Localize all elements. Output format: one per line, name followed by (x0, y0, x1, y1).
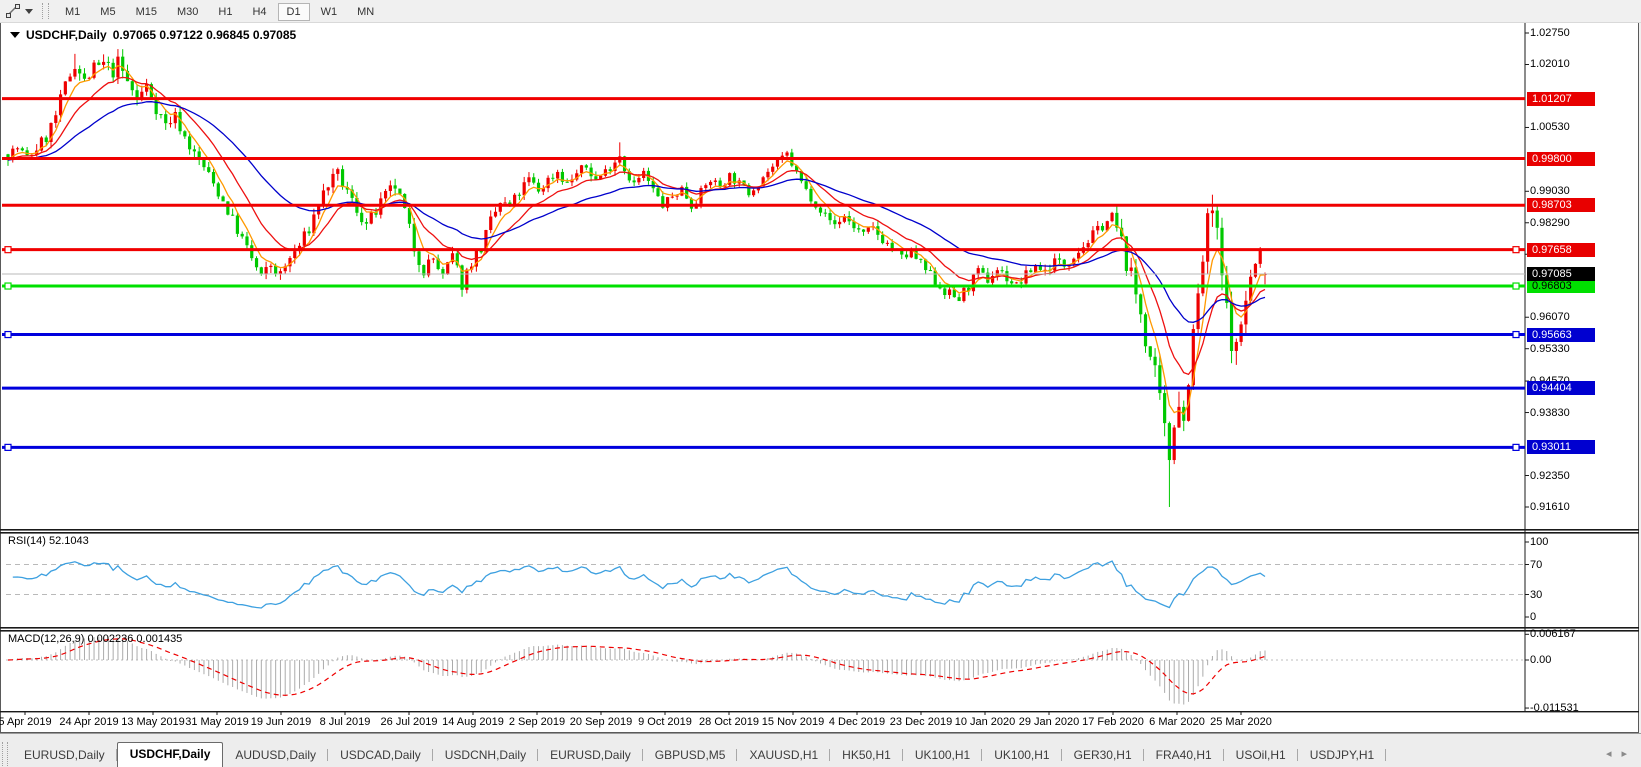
chart-tab-8-hk50-h1[interactable]: HK50,H1 (830, 744, 903, 767)
date-tick-label: 23 Dec 2019 (890, 716, 952, 728)
chart-tab-3-usdcad-daily[interactable]: USDCAD,Daily (328, 744, 433, 767)
timeframe-button-m1[interactable]: M1 (56, 3, 89, 21)
level-price-tag: 0.94404 (1527, 381, 1595, 395)
price-tick-label: 0.95330 (1530, 343, 1570, 355)
date-tick-label: 6 Mar 2020 (1149, 716, 1205, 728)
date-tick-label: 17 Feb 2020 (1082, 716, 1144, 728)
date-tick-label: 31 May 2019 (185, 716, 249, 728)
chart-tabs: EURUSD,DailyUSDCHF,DailyAUDUSD,DailyUSDC… (12, 742, 1386, 767)
macd-tick-label: 0.00 (1530, 654, 1551, 666)
macd-tick-label: 0.006167 (1530, 628, 1576, 640)
chart-tab-9-uk100-h1[interactable]: UK100,H1 (903, 744, 982, 767)
chart-tab-10-uk100-h1[interactable]: UK100,H1 (982, 744, 1061, 767)
timeframe-toolbar: M1M5M15M30H1H4D1W1MN (0, 0, 1641, 23)
timeframe-button-m30[interactable]: M30 (168, 3, 207, 21)
tab-scroll-buttons: ◂ ▸ (1606, 747, 1641, 767)
timeframe-button-h4[interactable]: H4 (243, 3, 275, 21)
date-tick-label: 20 Sep 2019 (570, 716, 632, 728)
chart-tab-13-usoil-h1[interactable]: USOil,H1 (1224, 744, 1298, 767)
date-tick-label: 25 Mar 2020 (1210, 716, 1272, 728)
price-tick-label: 0.96070 (1530, 311, 1570, 323)
macd-indicator-label: MACD(12,26,9) 0.002236 0.001435 (8, 633, 182, 645)
date-tick-label: 28 Oct 2019 (699, 716, 759, 728)
chart-tab-5-eurusd-daily[interactable]: EURUSD,Daily (538, 744, 643, 767)
chart-tab-0-eurusd-daily[interactable]: EURUSD,Daily (12, 744, 117, 767)
price-tick-label: 0.99030 (1530, 185, 1570, 197)
date-tick-label: 4 Dec 2019 (829, 716, 885, 728)
chart-tab-12-fra40-h1[interactable]: FRA40,H1 (1144, 744, 1224, 767)
date-tick-label: 29 Jan 2020 (1019, 716, 1080, 728)
rsi-tick-label: 30 (1530, 589, 1542, 601)
chart-tab-6-gbpusd-m5[interactable]: GBPUSD,M5 (643, 744, 738, 767)
date-tick-label: 19 Jun 2019 (251, 716, 312, 728)
timeframe-button-d1[interactable]: D1 (278, 3, 310, 21)
rsi-value: 52.1043 (49, 535, 89, 547)
tabbar-grip (2, 742, 8, 766)
price-tick-label: 0.92350 (1530, 470, 1570, 482)
date-tick-label: 8 Jul 2019 (320, 716, 371, 728)
rsi-tick-label: 0 (1530, 611, 1536, 623)
level-price-tag: 0.99800 (1527, 152, 1595, 166)
timeframe-button-mn[interactable]: MN (348, 3, 383, 21)
date-tick-label: 5 Apr 2019 (0, 716, 52, 728)
date-tick-label: 14 Aug 2019 (442, 716, 504, 728)
level-price-tag: 1.01207 (1527, 92, 1595, 106)
chart-tab-1-usdchf-daily[interactable]: USDCHF,Daily (117, 742, 224, 767)
rsi-tick-label: 100 (1530, 536, 1548, 548)
price-tick-label: 1.00530 (1530, 121, 1570, 133)
chart-tab-7-xauusd-h1[interactable]: XAUUSD,H1 (737, 744, 830, 767)
timeframe-button-w1[interactable]: W1 (312, 3, 347, 21)
date-tick-label: 10 Jan 2020 (955, 716, 1016, 728)
line-studies-icon[interactable] (4, 3, 22, 19)
tab-scroll-right-icon[interactable]: ▸ (1621, 747, 1627, 760)
chart-title: USDCHF,Daily 0.97065 0.97122 0.96845 0.9… (10, 28, 296, 42)
rsi-tick-label: 70 (1530, 559, 1542, 571)
macd-values: 0.002236 0.001435 (87, 633, 182, 645)
chart-canvas[interactable] (0, 0, 1641, 767)
price-tick-label: 1.02750 (1530, 27, 1570, 39)
price-tick-label: 0.91610 (1530, 501, 1570, 513)
timeframe-button-h1[interactable]: H1 (209, 3, 241, 21)
timeframe-button-m5[interactable]: M5 (91, 3, 124, 21)
chart-tab-4-usdcnh-daily[interactable]: USDCNH,Daily (433, 744, 538, 767)
chart-tab-14-usdjpy-h1[interactable]: USDJPY,H1 (1298, 744, 1386, 767)
date-tick-label: 13 May 2019 (121, 716, 185, 728)
tab-scroll-left-icon[interactable]: ◂ (1606, 747, 1612, 760)
symbol-period-label: USDCHF,Daily (26, 28, 107, 42)
price-tick-label: 1.02010 (1530, 58, 1570, 70)
timeframe-button-m15[interactable]: M15 (127, 3, 166, 21)
date-tick-label: 9 Oct 2019 (638, 716, 692, 728)
rsi-indicator-label: RSI(14) 52.1043 (8, 535, 89, 547)
timeframe-buttons: M1M5M15M30H1H4D1W1MN (55, 2, 384, 20)
current-price-tag: 0.97085 (1527, 267, 1595, 281)
chart-tab-11-ger30-h1[interactable]: GER30,H1 (1062, 744, 1144, 767)
level-price-tag: 0.97658 (1527, 243, 1595, 257)
chart-tab-bar: EURUSD,DailyUSDCHF,DailyAUDUSD,DailyUSDC… (0, 733, 1641, 767)
chart-tab-2-audusd-daily[interactable]: AUDUSD,Daily (223, 744, 328, 767)
ohlc-values: 0.97065 0.97122 0.96845 0.97085 (113, 28, 297, 42)
symbol-caret-icon[interactable] (10, 32, 20, 38)
macd-name: MACD(12,26,9) (8, 633, 84, 645)
mt4-window: M1M5M15M30H1H4D1W1MN USDCHF,Daily 0.9706… (0, 0, 1641, 767)
date-tick-label: 15 Nov 2019 (762, 716, 824, 728)
toolbar-separator (42, 3, 49, 19)
price-tick-label: 0.98290 (1530, 217, 1570, 229)
date-tick-label: 2 Sep 2019 (509, 716, 565, 728)
level-price-tag: 0.98703 (1527, 198, 1595, 212)
level-price-tag: 0.95663 (1527, 328, 1595, 342)
level-price-tag: 0.93011 (1527, 440, 1595, 454)
level-price-tag: 0.96803 (1527, 279, 1595, 293)
chevron-down-icon[interactable] (25, 9, 33, 14)
price-tick-label: 0.93830 (1530, 407, 1570, 419)
rsi-name: RSI(14) (8, 535, 46, 547)
date-tick-label: 24 Apr 2019 (59, 716, 118, 728)
date-tick-label: 26 Jul 2019 (381, 716, 438, 728)
macd-tick-label: -0.011531 (1530, 702, 1579, 714)
